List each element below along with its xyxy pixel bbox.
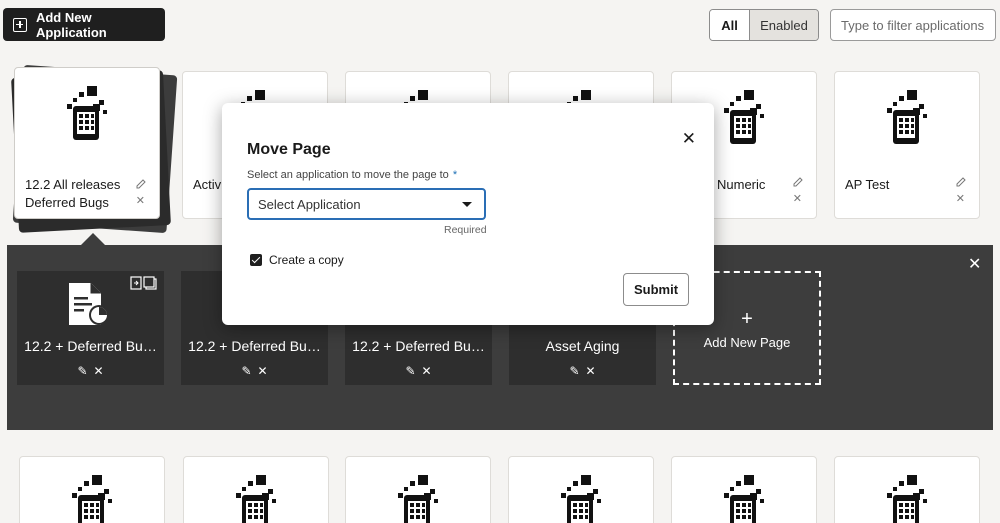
close-icon[interactable]: ✕ (956, 194, 965, 205)
pencil-icon[interactable]: ✎ (77, 364, 87, 378)
select-placeholder: Select Application (258, 196, 361, 212)
page-name: 12.2 + Deferred Bu… (352, 338, 485, 354)
application-name: AP Test (845, 177, 890, 192)
application-card[interactable] (508, 456, 654, 523)
pencil-icon[interactable]: ✎ (241, 364, 251, 378)
move-copy-icon[interactable] (130, 276, 158, 290)
app-logo-icon (67, 86, 107, 140)
page-actions: ✎ ✕ (181, 364, 328, 378)
filter-all-button[interactable]: All (710, 10, 750, 40)
application-card[interactable]: AP Test ✕ (834, 71, 980, 219)
add-new-application-label: Add New Application (35, 9, 107, 40)
page-card[interactable]: 12.2 + Deferred Bu… ✎ ✕ (17, 271, 164, 385)
application-name: Activi (193, 177, 225, 192)
close-icon[interactable]: ✕ (258, 364, 268, 378)
move-page-dialog: ✕ Move Page Select an application to mov… (222, 103, 714, 325)
close-icon[interactable]: ✕ (422, 364, 432, 378)
application-card[interactable] (345, 456, 491, 523)
filter-enabled-button[interactable]: Enabled (750, 10, 818, 40)
application-name: Numeric (717, 177, 766, 192)
create-copy-checkbox[interactable]: Create a copy (250, 253, 344, 267)
dialog-title: Move Page (247, 141, 331, 158)
pencil-icon[interactable] (955, 176, 967, 188)
app-logo-icon (724, 90, 764, 144)
required-hint: Required (444, 224, 487, 236)
page-actions: ✎ ✕ (17, 364, 164, 378)
plus-square-icon (13, 17, 27, 32)
add-new-application-button[interactable]: Add New Application (3, 8, 165, 41)
caret-down-icon (462, 202, 472, 207)
application-name: 12.2 All releases Deferred Bugs (25, 177, 121, 210)
pencil-icon[interactable]: ✎ (569, 364, 579, 378)
application-card[interactable]: 12.2 All releases Deferred Bugs ✕ (14, 67, 160, 219)
application-card[interactable] (834, 456, 980, 523)
close-icon[interactable]: ✕ (793, 194, 802, 205)
add-new-page-label: Add New Page (703, 335, 791, 350)
filter-applications-input[interactable] (830, 9, 996, 41)
close-icon[interactable]: ✕ (586, 364, 596, 378)
application-card[interactable] (671, 456, 817, 523)
close-icon[interactable]: ✕ (968, 254, 981, 274)
page-name: Asset Aging (545, 338, 620, 354)
filter-toggle: All Enabled (709, 9, 819, 41)
close-icon[interactable]: ✕ (682, 129, 696, 149)
application-select[interactable]: Select Application (247, 188, 486, 220)
close-icon[interactable]: ✕ (94, 364, 104, 378)
required-marker: * (452, 169, 458, 181)
application-card[interactable] (19, 456, 165, 523)
pencil-icon[interactable]: ✎ (405, 364, 415, 378)
create-copy-label: Create a copy (269, 253, 344, 267)
app-logo-icon (887, 475, 927, 523)
app-logo-icon (398, 475, 438, 523)
application-card[interactable] (183, 456, 329, 523)
app-logo-icon (236, 475, 276, 523)
submit-button[interactable]: Submit (623, 273, 689, 306)
pencil-icon[interactable] (135, 178, 147, 190)
page-name: 12.2 + Deferred Bu… (24, 338, 157, 354)
document-chart-icon (69, 283, 109, 325)
close-icon[interactable]: ✕ (136, 196, 145, 207)
app-logo-icon (887, 90, 927, 144)
app-logo-icon (724, 475, 764, 523)
application-select-label: Select an application to move the page t… (247, 169, 458, 181)
pencil-icon[interactable] (792, 176, 804, 188)
page-actions: ✎ ✕ (345, 364, 492, 378)
app-logo-icon (561, 475, 601, 523)
page-actions: ✎ ✕ (509, 364, 656, 378)
app-logo-icon (72, 475, 112, 523)
page-name: 12.2 + Deferred Bu… (188, 338, 321, 354)
checkbox-checked-icon[interactable] (250, 254, 262, 266)
